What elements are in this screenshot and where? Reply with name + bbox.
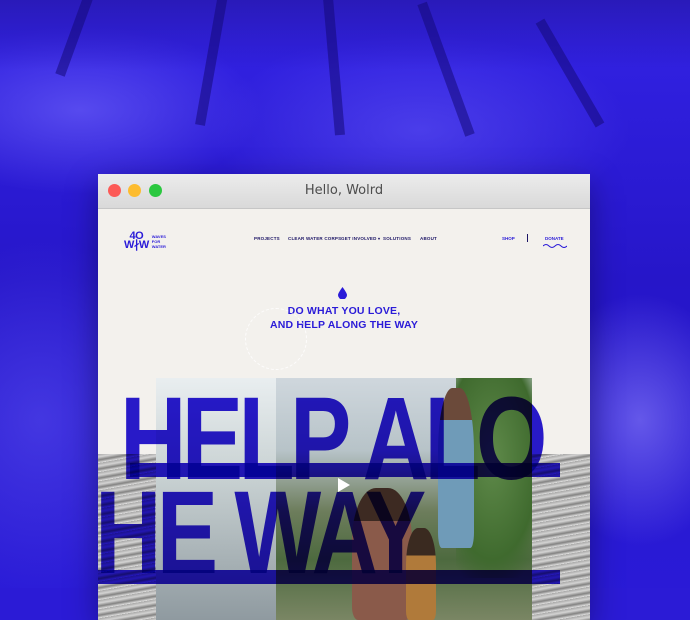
shop-link[interactable]: SHOP bbox=[502, 236, 515, 241]
logo-text-line: WAVES bbox=[151, 233, 166, 239]
logo-mark: 4O W∤W bbox=[124, 231, 149, 251]
nav-divider bbox=[527, 234, 528, 242]
logo-text-line: WATER bbox=[151, 243, 166, 249]
water-drop-icon bbox=[338, 287, 347, 299]
nav-projects[interactable]: PROJECTS bbox=[254, 236, 280, 241]
headline-line: DO WHAT YOU LOVE, bbox=[287, 305, 401, 317]
chevron-down-icon: ▾ bbox=[378, 236, 381, 241]
nav-about[interactable]: ABOUT bbox=[420, 236, 437, 241]
video-ring[interactable] bbox=[245, 308, 307, 370]
nav-solutions[interactable]: SOLUTIONS bbox=[383, 236, 411, 241]
logo-text: WAVES FOR WATER bbox=[152, 234, 166, 249]
nav-clear-water-corps[interactable]: CLEAR WATER CORPS bbox=[288, 236, 341, 241]
window-titlebar: Hello, Wolrd bbox=[98, 174, 590, 209]
nav-get-involved[interactable]: GET INVOLVED ▾ bbox=[341, 236, 380, 241]
hero-overlay-bar bbox=[98, 570, 560, 584]
site-logo[interactable]: 4O W∤W WAVES FOR WATER bbox=[124, 231, 166, 251]
headline-line: AND HELP ALONG THE WAY bbox=[269, 319, 419, 331]
window-title: Hello, Wolrd bbox=[304, 183, 384, 198]
background-roof bbox=[0, 0, 690, 70]
hero-headline: DO WHAT YOU LOVE, AND HELP ALONG THE WAY bbox=[98, 304, 590, 332]
donate-link[interactable]: DONATE bbox=[545, 236, 564, 241]
nav-get-involved-label: GET INVOLVED bbox=[341, 236, 377, 241]
wave-underline-icon bbox=[543, 244, 567, 248]
logo-mark-bottom: W∤W bbox=[124, 239, 149, 251]
